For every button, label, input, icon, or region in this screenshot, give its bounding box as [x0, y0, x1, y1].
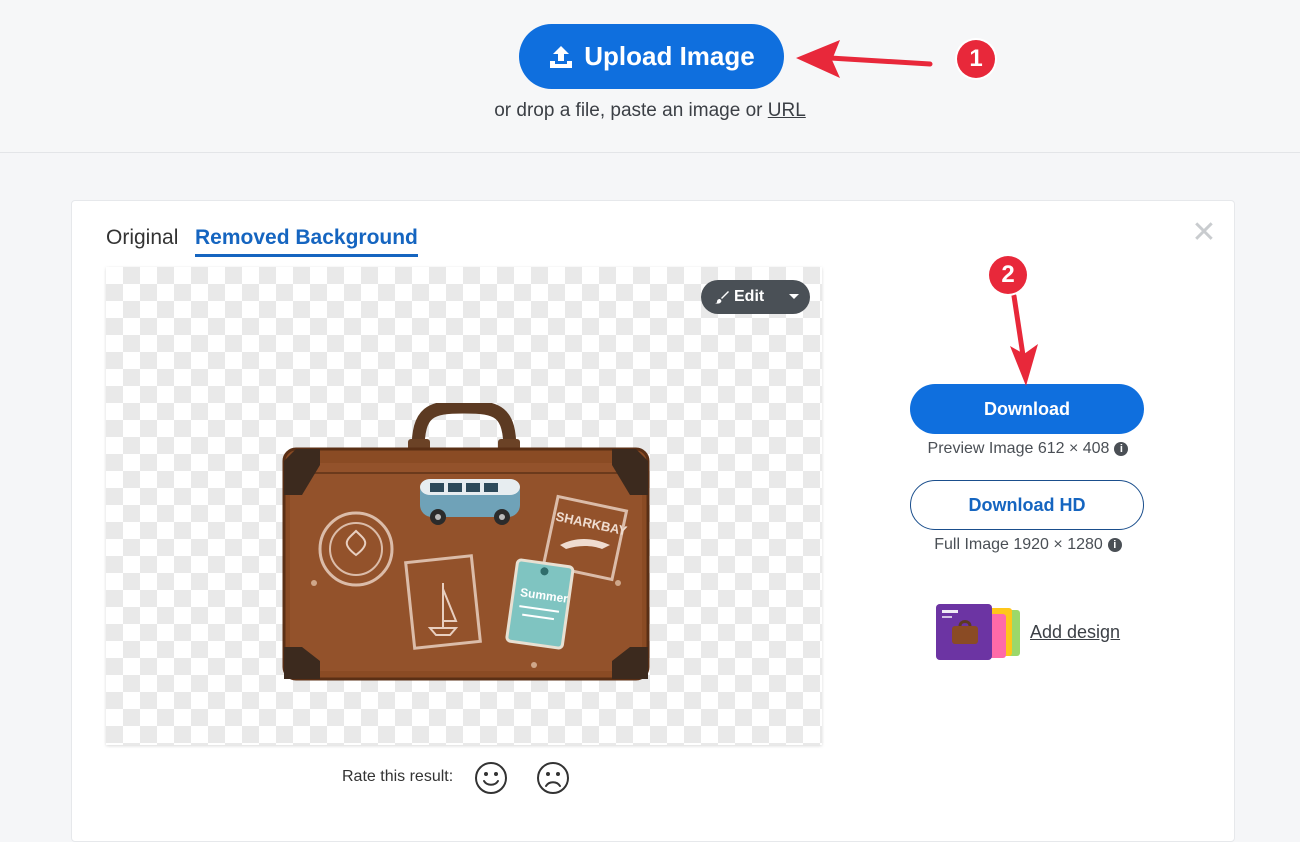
- edit-dropdown-toggle[interactable]: [779, 280, 809, 314]
- download-hd-button[interactable]: Download HD: [910, 480, 1144, 530]
- drop-hint-text: or drop a file, paste an image or: [494, 100, 763, 121]
- preview-info-text: Preview Image 612 × 408: [927, 440, 1110, 457]
- tab-original[interactable]: Original: [106, 226, 178, 250]
- design-thumbnail[interactable]: [936, 604, 1022, 660]
- upload-button-label: Upload Image: [584, 41, 755, 71]
- download-button[interactable]: Download: [910, 384, 1144, 434]
- upload-icon: [550, 45, 573, 68]
- suitcase-image: SHARKBAY Summer: [282, 403, 650, 681]
- annotation-arrow-2: [1010, 293, 1038, 386]
- close-icon[interactable]: ✕: [1191, 218, 1217, 248]
- info-icon[interactable]: i: [1107, 538, 1122, 552]
- url-link[interactable]: URL: [768, 100, 806, 121]
- tab-removed-background[interactable]: Removed Background: [195, 226, 418, 257]
- info-icon[interactable]: i: [1114, 442, 1129, 456]
- full-image-info: Full Image 1920 × 1280 i: [900, 536, 1156, 554]
- edit-button[interactable]: Edit: [701, 288, 779, 306]
- rate-result-label: Rate this result:: [342, 768, 454, 785]
- edit-label: Edit: [734, 288, 765, 305]
- annotation-badge-2: 2: [989, 256, 1027, 294]
- frowning-face-icon[interactable]: [536, 761, 570, 795]
- edit-button-group: Edit: [701, 280, 810, 314]
- annotation-arrow-1: [796, 40, 933, 78]
- brush-icon: [715, 291, 729, 304]
- add-design-link[interactable]: Add design: [1030, 622, 1120, 643]
- chevron-down-icon: [789, 294, 799, 299]
- full-info-text: Full Image 1920 × 1280: [934, 536, 1103, 553]
- preview-image-info: Preview Image 612 × 408 i: [900, 440, 1156, 458]
- drop-hint: or drop a file, paste an image or URL: [0, 100, 1300, 122]
- smiley-face-icon[interactable]: [474, 761, 508, 795]
- upload-image-button[interactable]: Upload Image: [519, 24, 784, 89]
- annotation-badge-1: 1: [957, 40, 995, 78]
